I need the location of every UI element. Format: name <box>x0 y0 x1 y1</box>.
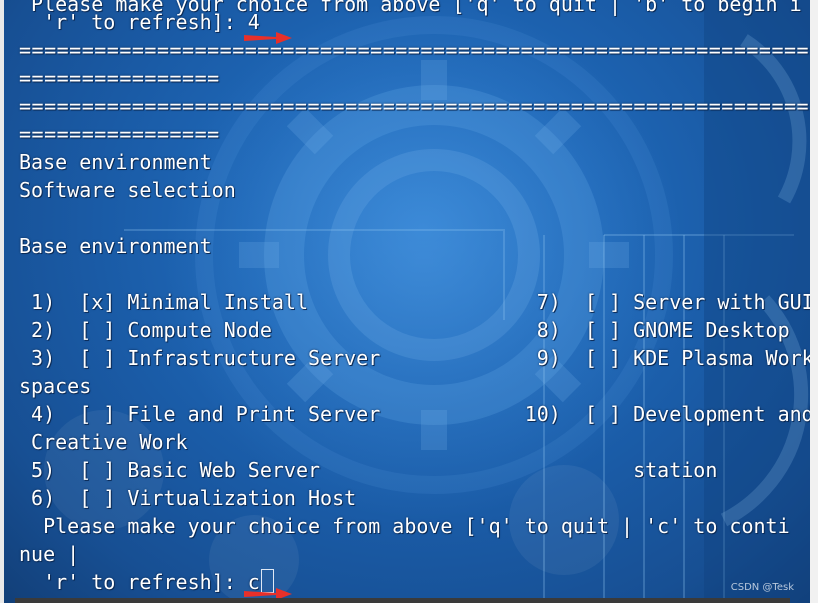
environment-option-row[interactable]: 2) [ ] Compute Node 8) [ ] GNOME Desktop <box>19 316 790 344</box>
choice-prompt: Please make your choice from above ['q' … <box>19 514 790 538</box>
red-arrow-icon <box>244 32 292 44</box>
choice-prompt-wrap: nue | <box>19 542 80 566</box>
environment-option-row[interactable]: 3) [ ] Infrastructure Server 9) [ ] KDE … <box>19 344 810 372</box>
watermark-label: CSDN @Tesk <box>730 582 794 593</box>
prompt-line-previous-answer: 'r' to refresh]: 4 <box>19 10 260 34</box>
separator-line: ========================================… <box>19 94 810 118</box>
environment-option-row[interactable]: 5) [ ] Basic Web Server station <box>19 456 717 484</box>
section-heading-software-selection: Software selection <box>19 178 236 202</box>
environment-option-row[interactable]: 6) [ ] Virtualization Host <box>19 484 356 512</box>
separator-line: ========================================… <box>19 38 810 62</box>
choice-input-line[interactable]: 'r' to refresh]: c <box>19 568 274 596</box>
section-heading-base-environment: Base environment <box>19 150 212 174</box>
terminal-bottom-bar <box>15 598 790 603</box>
installer-terminal[interactable]: Please make your choice from above ['q' … <box>4 0 810 603</box>
separator-line-wrap: ================ <box>19 66 220 90</box>
environment-option-row[interactable]: 4) [ ] File and Print Server 10) [ ] Dev… <box>19 400 810 428</box>
window-right-edge <box>810 0 818 603</box>
choice-input-text[interactable]: 'r' to refresh]: c <box>19 570 260 594</box>
environment-option-row-wrap: Creative Work <box>19 430 188 454</box>
environment-option-row-wrap: spaces <box>19 374 92 398</box>
separator-line-wrap: ================ <box>19 122 220 146</box>
environment-option-row[interactable]: 1) [x] Minimal Install 7) [ ] Server wit… <box>19 288 810 316</box>
menu-title-base-environment: Base environment <box>19 234 212 258</box>
